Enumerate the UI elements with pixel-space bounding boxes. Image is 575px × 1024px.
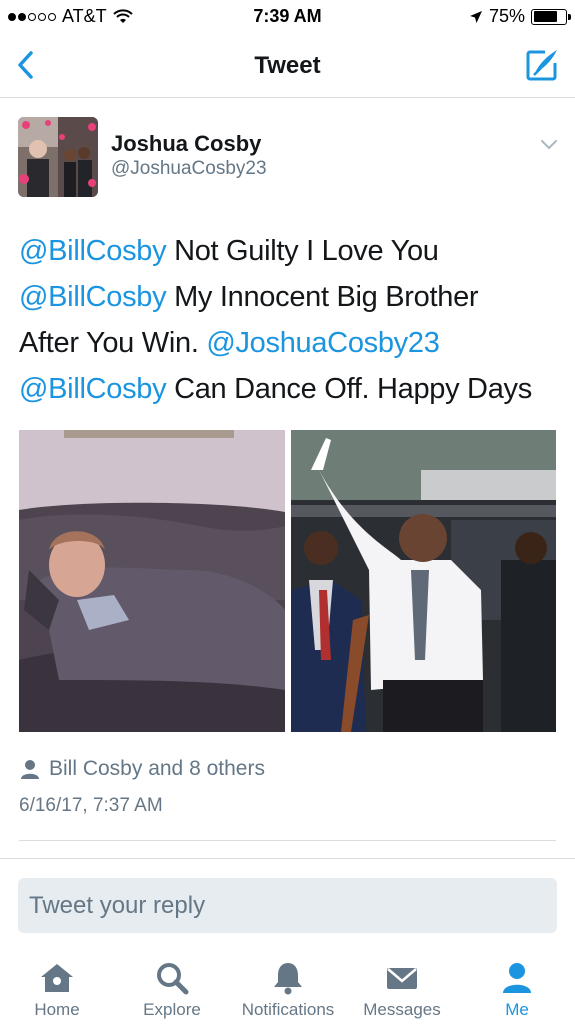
mention-link[interactable]: @BillCosby bbox=[19, 281, 167, 313]
tab-label: Messages bbox=[363, 1000, 441, 1019]
liked-by-row[interactable]: Bill Cosby and 8 others bbox=[19, 757, 265, 781]
tab-me[interactable]: Me bbox=[490, 952, 544, 1024]
tab-label: Me bbox=[505, 1000, 529, 1019]
search-icon bbox=[157, 963, 189, 995]
compose-tweet-icon bbox=[526, 50, 557, 81]
divider bbox=[0, 858, 575, 859]
tweet-line: @BillCosby My Innocent Big Brother bbox=[19, 274, 564, 320]
tweet-line: @BillCosby Not Guilty I Love You bbox=[19, 228, 564, 274]
tab-label: Notifications bbox=[241, 1000, 335, 1019]
tweet-line: After You Win. @JoshuaCosby23 bbox=[19, 320, 564, 366]
bell-icon bbox=[274, 963, 302, 995]
status-bar: AT&T 7:39 AM 75% bbox=[0, 0, 575, 34]
envelope-icon bbox=[387, 968, 417, 989]
tab-explore[interactable]: Explore bbox=[137, 952, 207, 1024]
location-arrow-icon bbox=[469, 10, 482, 23]
tab-notifications[interactable]: Notifications bbox=[234, 952, 342, 1024]
status-right: 75% bbox=[469, 6, 571, 27]
author-name[interactable]: Joshua Cosby bbox=[111, 131, 261, 157]
person-icon bbox=[21, 760, 39, 779]
reply-input[interactable]: Tweet your reply bbox=[18, 878, 557, 933]
tweet-options-button[interactable] bbox=[539, 134, 559, 154]
photo-man-on-couch bbox=[19, 430, 285, 732]
avatar-image bbox=[18, 117, 98, 197]
tab-bar: Home Explore Notifications Messages Me bbox=[0, 952, 575, 1024]
chevron-down-icon bbox=[541, 140, 557, 150]
tweet-line: @BillCosby Can Dance Off. Happy Days bbox=[19, 366, 564, 412]
tab-label: Explore bbox=[143, 1000, 201, 1019]
mention-link[interactable]: @JoshuaCosby23 bbox=[206, 327, 440, 359]
mention-link[interactable]: @BillCosby bbox=[19, 235, 167, 267]
tweet-photo-1[interactable] bbox=[19, 430, 285, 732]
photo-crowd-wave bbox=[291, 430, 556, 732]
tab-messages[interactable]: Messages bbox=[358, 952, 446, 1024]
divider bbox=[19, 840, 556, 841]
tab-home[interactable]: Home bbox=[22, 952, 92, 1024]
tweet-text-segment: My Innocent Big Brother bbox=[166, 281, 479, 313]
tweet-timestamp: 6/16/17, 7:37 AM bbox=[19, 795, 163, 816]
nav-bar: Tweet bbox=[0, 34, 575, 98]
tweet-text-segment: After You Win. bbox=[19, 327, 207, 359]
tweet-text-segment: Not Guilty I Love You bbox=[166, 235, 439, 267]
author-handle[interactable]: @JoshuaCosby23 bbox=[111, 158, 267, 180]
battery-icon bbox=[531, 8, 571, 25]
tab-label: Home bbox=[34, 1000, 80, 1019]
compose-button[interactable] bbox=[523, 46, 561, 84]
battery-fill bbox=[533, 11, 557, 22]
avatar[interactable] bbox=[18, 117, 98, 197]
tweet-text-segment: Can Dance Off. Happy Days bbox=[166, 373, 532, 405]
person-icon bbox=[503, 963, 531, 993]
tweet-text: @BillCosby Not Guilty I Love You @BillCo… bbox=[19, 228, 564, 412]
battery-percent: 75% bbox=[488, 6, 525, 26]
tweet-photo-2[interactable] bbox=[291, 430, 556, 732]
liked-by-text: Bill Cosby and 8 others bbox=[49, 757, 265, 780]
reply-placeholder: Tweet your reply bbox=[29, 891, 206, 919]
page-title: Tweet bbox=[254, 52, 321, 79]
mention-link[interactable]: @BillCosby bbox=[19, 373, 167, 405]
home-icon bbox=[41, 964, 73, 992]
